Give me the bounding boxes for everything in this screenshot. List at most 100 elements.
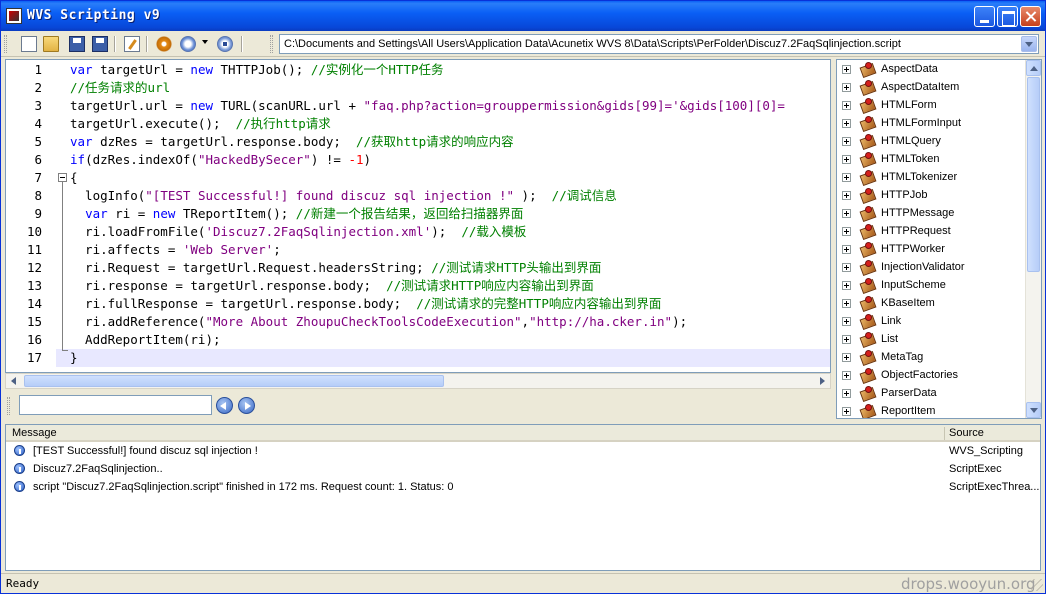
- expand-plus-icon[interactable]: [842, 353, 851, 362]
- tree-item-label: InjectionValidator: [881, 261, 965, 273]
- expand-plus-icon[interactable]: [842, 335, 851, 344]
- tree-item[interactable]: HTMLTokenizer: [837, 168, 1027, 186]
- tree-item[interactable]: AspectData: [837, 60, 1027, 78]
- code-token: targetUrl =: [92, 62, 191, 77]
- class-tree[interactable]: AspectData AspectDataItem HTMLForm HTMLForm…: [836, 59, 1042, 419]
- tree-item[interactable]: KBaseItem: [837, 294, 1027, 312]
- expand-plus-icon[interactable]: [842, 281, 851, 290]
- tree-item[interactable]: Link: [837, 312, 1027, 330]
- code-line[interactable]: ri.loadFromFile('Discuz7.2FaqSqlinjectio…: [56, 223, 830, 241]
- minimize-button[interactable]: [974, 6, 995, 27]
- column-header-source[interactable]: Source: [949, 427, 984, 439]
- tree-item[interactable]: ParserData: [837, 384, 1027, 402]
- expand-plus-icon[interactable]: [842, 155, 851, 164]
- tree-item[interactable]: HTTPRequest: [837, 222, 1027, 240]
- vertical-scroll-thumb[interactable]: [1027, 77, 1040, 272]
- code-line[interactable]: ri.Request = targetUrl.Request.headersSt…: [56, 259, 830, 277]
- code-editor[interactable]: 1 2 3 4 5 6 7 8 9 10 11 12 13 14 15 16 17 var targetUrl …: [5, 59, 831, 373]
- expand-plus-icon[interactable]: [842, 101, 851, 110]
- run-button[interactable]: [178, 34, 198, 54]
- scroll-left-icon[interactable]: [6, 374, 22, 388]
- scroll-down-icon[interactable]: [1026, 402, 1041, 418]
- open-file-button[interactable]: [41, 34, 61, 54]
- tree-item[interactable]: HTTPMessage: [837, 204, 1027, 222]
- code-line[interactable]: ri.addReference("More About ZhoupuCheckT…: [56, 313, 830, 331]
- code-line[interactable]: ri.fullResponse = targetUrl.response.bod…: [56, 295, 830, 313]
- code-line[interactable]: //任务请求的url: [56, 79, 830, 97]
- script-path-select[interactable]: C:\Documents and Settings\All Users\Appl…: [279, 34, 1039, 54]
- search-input[interactable]: [19, 395, 212, 415]
- tree-item[interactable]: ObjectFactories: [837, 366, 1027, 384]
- code-line[interactable]: AddReportItem(ri);: [56, 331, 830, 349]
- expand-plus-icon[interactable]: [842, 245, 851, 254]
- tree-item[interactable]: HTMLFormInput: [837, 114, 1027, 132]
- expand-plus-icon[interactable]: [842, 227, 851, 236]
- expand-plus-icon[interactable]: [842, 317, 851, 326]
- column-divider[interactable]: [944, 427, 945, 440]
- tree-item[interactable]: HTMLToken: [837, 150, 1027, 168]
- code-line[interactable]: var targetUrl = new THTTPJob(); //实例化一个H…: [56, 61, 830, 79]
- tree-item[interactable]: List: [837, 330, 1027, 348]
- expand-plus-icon[interactable]: [842, 371, 851, 380]
- path-grip[interactable]: [270, 35, 273, 53]
- code-line[interactable]: targetUrl.url = new TURL(scanURL.url + "…: [56, 97, 830, 115]
- expand-plus-icon[interactable]: [842, 299, 851, 308]
- horizontal-scroll-thumb[interactable]: [24, 375, 444, 387]
- expand-plus-icon[interactable]: [842, 83, 851, 92]
- tree-item[interactable]: AspectDataItem: [837, 78, 1027, 96]
- search-previous-icon[interactable]: [216, 397, 233, 414]
- code-line[interactable]: {: [56, 169, 830, 187]
- scroll-right-icon[interactable]: [814, 374, 830, 388]
- code-line[interactable]: }: [56, 349, 830, 367]
- tree-item[interactable]: HTTPWorker: [837, 240, 1027, 258]
- tree-item[interactable]: ReportItem: [837, 402, 1027, 418]
- expand-plus-icon[interactable]: [842, 407, 851, 416]
- tree-item[interactable]: MetaTag: [837, 348, 1027, 366]
- expand-plus-icon[interactable]: [842, 191, 851, 200]
- stop-button[interactable]: [215, 34, 235, 54]
- tree-item[interactable]: InjectionValidator: [837, 258, 1027, 276]
- title-bar[interactable]: WVS Scripting v9: [1, 1, 1045, 31]
- expand-plus-icon[interactable]: [842, 65, 851, 74]
- code-line[interactable]: if(dzRes.indexOf("HackedBySecer") != -1): [56, 151, 830, 169]
- code-line[interactable]: logInfo("[TEST Successful!] found discuz…: [56, 187, 830, 205]
- editor-horizontal-scrollbar[interactable]: [5, 373, 831, 389]
- tree-item[interactable]: HTMLForm: [837, 96, 1027, 114]
- tree-item[interactable]: HTMLQuery: [837, 132, 1027, 150]
- run-settings-button[interactable]: [154, 34, 174, 54]
- expand-plus-icon[interactable]: [842, 389, 851, 398]
- code-line[interactable]: ri.affects = 'Web Server';: [56, 241, 830, 259]
- tree-item[interactable]: InputScheme: [837, 276, 1027, 294]
- code-area[interactable]: var targetUrl = new THTTPJob(); //实例化一个H…: [56, 60, 830, 372]
- code-line[interactable]: ri.response = targetUrl.response.body; /…: [56, 277, 830, 295]
- edit-script-button[interactable]: [122, 34, 142, 54]
- code-line[interactable]: var dzRes = targetUrl.response.body; //获…: [56, 133, 830, 151]
- toolbar-grip[interactable]: [4, 35, 7, 53]
- fold-collapse-icon[interactable]: [58, 173, 67, 182]
- new-file-button[interactable]: [19, 34, 39, 54]
- tree-item[interactable]: HTTPJob: [837, 186, 1027, 204]
- run-dropdown-arrow[interactable]: [202, 40, 208, 44]
- code-line[interactable]: var ri = new TReportItem(); //新建一个报告结果，返…: [56, 205, 830, 223]
- save-all-button[interactable]: [90, 34, 110, 54]
- search-next-icon[interactable]: [238, 397, 255, 414]
- expand-plus-icon[interactable]: [842, 263, 851, 272]
- resize-grip-icon[interactable]: [1031, 579, 1043, 591]
- message-row[interactable]: [TEST Successful!] found discuz sql inje…: [6, 442, 1040, 460]
- column-header-message[interactable]: Message: [12, 427, 57, 439]
- message-row[interactable]: script "Discuz7.2FaqSqlinjection.script"…: [6, 478, 1040, 496]
- code-line[interactable]: targetUrl.execute(); //执行http请求: [56, 115, 830, 133]
- expand-plus-icon[interactable]: [842, 209, 851, 218]
- scroll-up-icon[interactable]: [1026, 60, 1041, 76]
- chevron-down-icon[interactable]: [1021, 36, 1037, 52]
- expand-plus-icon[interactable]: [842, 137, 851, 146]
- maximize-button[interactable]: [997, 6, 1018, 27]
- tree-vertical-scrollbar[interactable]: [1025, 60, 1041, 418]
- expand-plus-icon[interactable]: [842, 173, 851, 182]
- expand-plus-icon[interactable]: [842, 119, 851, 128]
- save-button[interactable]: [67, 34, 87, 54]
- message-row[interactable]: Discuz7.2FaqSqlinjection.. ScriptExec: [6, 460, 1040, 478]
- search-grip[interactable]: [7, 397, 10, 415]
- app-icon[interactable]: [6, 8, 22, 24]
- close-button[interactable]: [1020, 6, 1041, 27]
